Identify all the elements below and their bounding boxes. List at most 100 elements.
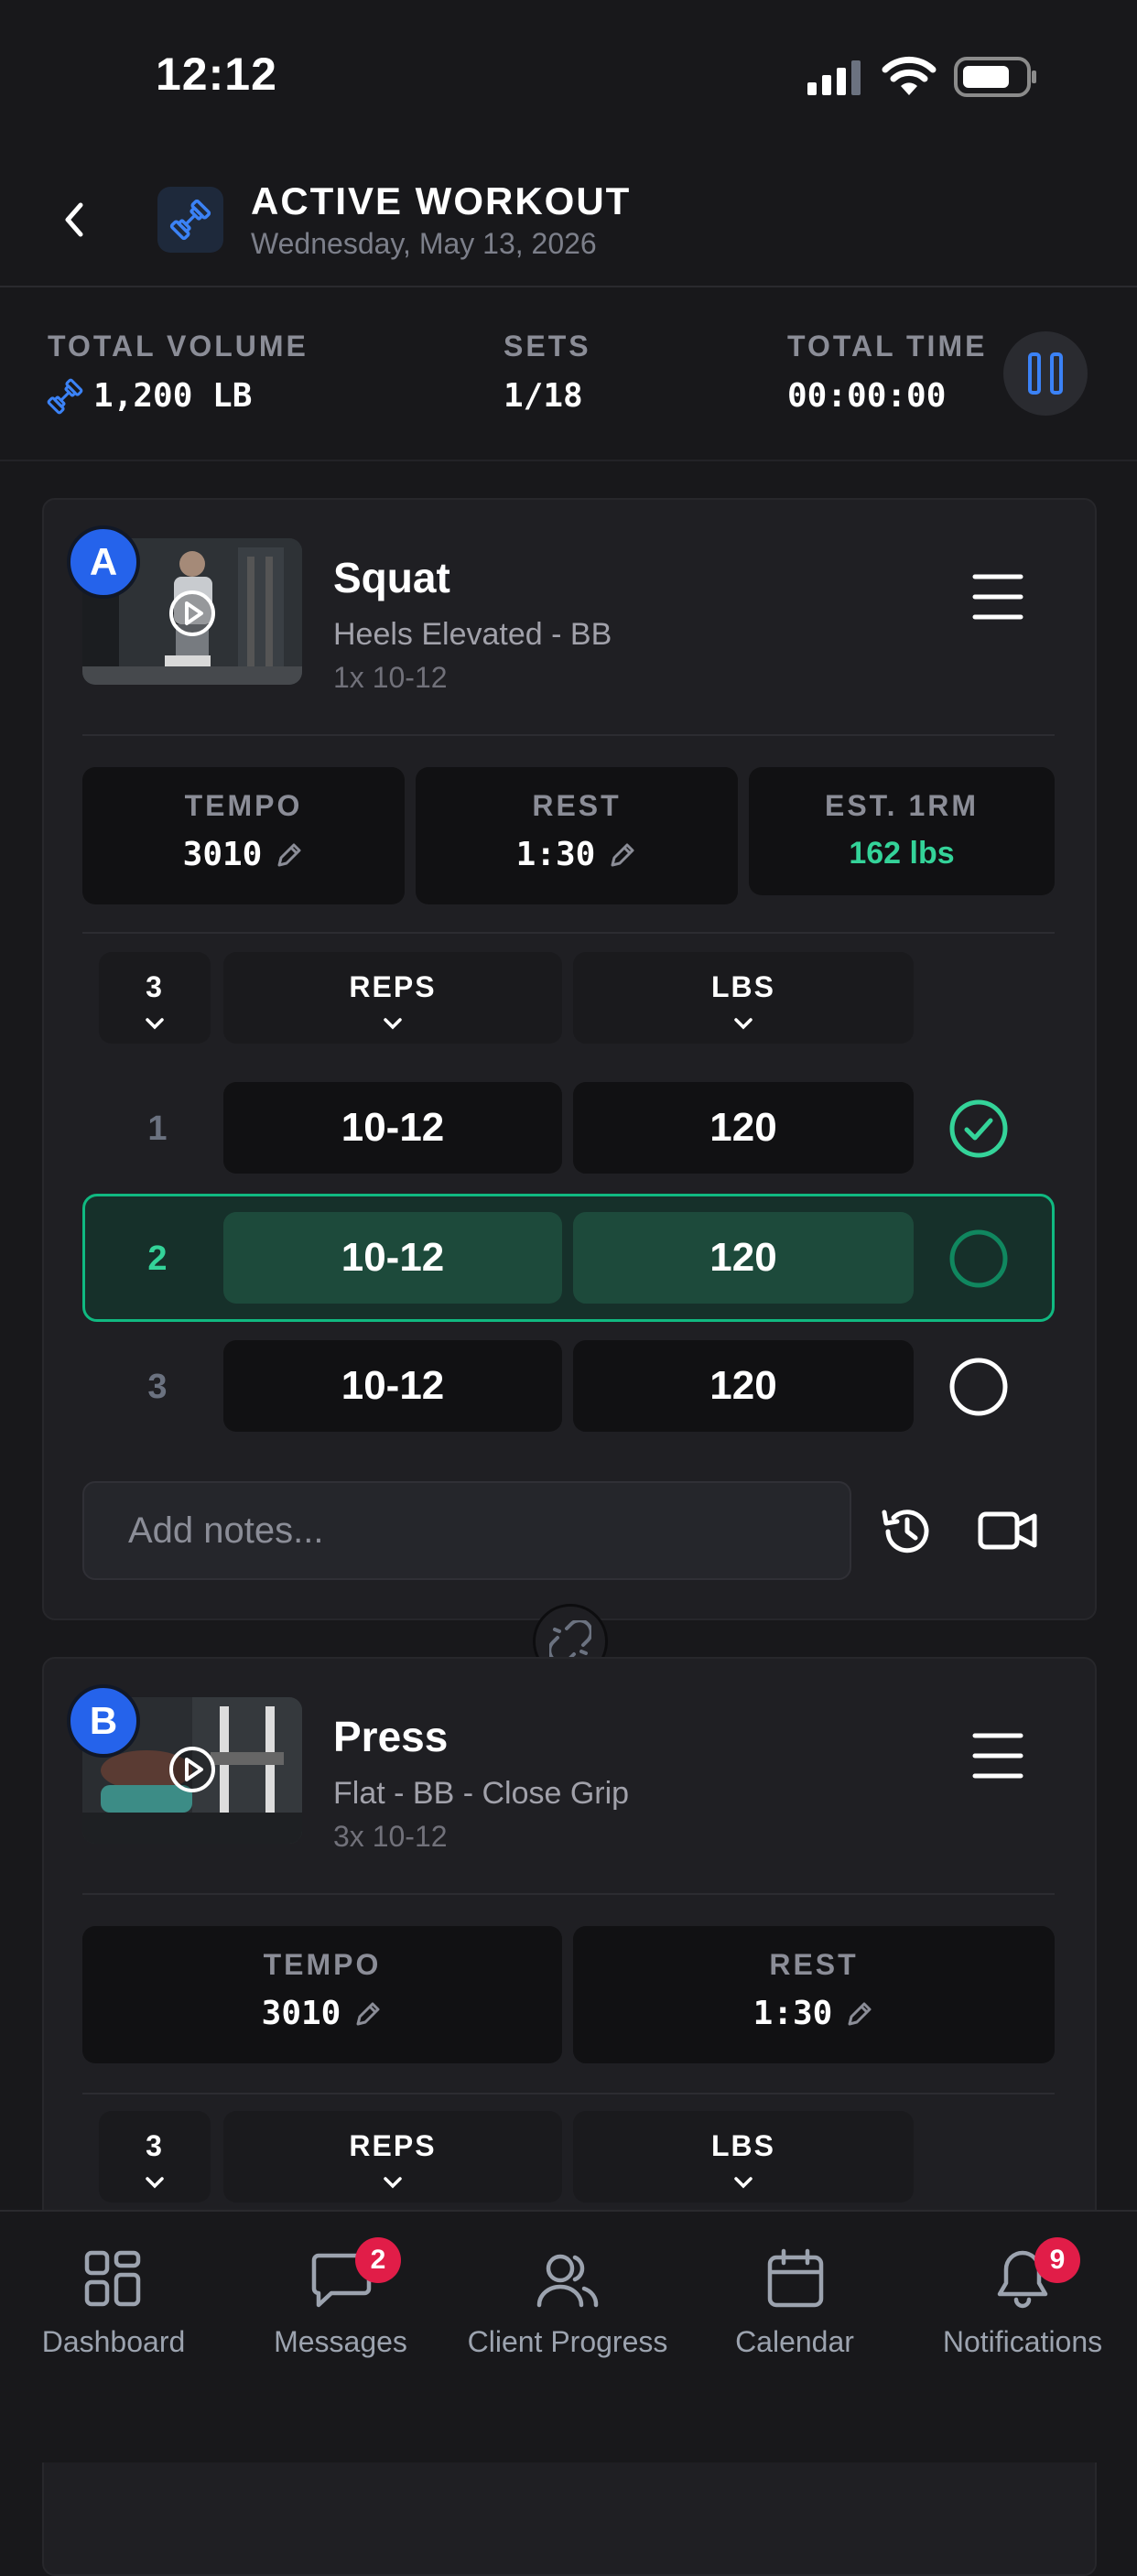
edit-icon[interactable] [353, 1999, 383, 2029]
lbs-column-header[interactable]: LBS [573, 952, 914, 1044]
nav-label: Client Progress [467, 2325, 668, 2358]
total-volume-label: TOTAL VOLUME [48, 330, 309, 363]
sets-value: 1/18 [504, 377, 583, 415]
play-icon[interactable] [168, 589, 217, 638]
card-divider [82, 734, 1055, 736]
exercise-letter-badge: A [67, 525, 140, 599]
nav-label: Calendar [735, 2325, 854, 2358]
exercise-variant: Heels Elevated - BB [333, 617, 612, 652]
set-number: 2 [147, 1239, 168, 1278]
rest-box[interactable]: REST 1:30 [573, 1926, 1055, 2063]
calendar-icon [767, 2248, 824, 2308]
est-1rm-box: EST. 1RM 162 lbs [749, 767, 1055, 895]
rest-box[interactable]: REST 1:30 [416, 767, 738, 904]
back-icon[interactable] [60, 201, 88, 238]
bottom-nav: Dashboard 2 Messages Client Progress Cal… [0, 2210, 1137, 2462]
tempo-label: TEMPO [263, 1948, 382, 1981]
nav-label: Messages [274, 2325, 407, 2358]
play-icon[interactable] [168, 1745, 217, 1794]
chevron-down-icon [734, 1018, 753, 1030]
set-count-dropdown[interactable]: 3 [99, 2111, 211, 2203]
tempo-box[interactable]: TEMPO 3010 [82, 767, 405, 904]
reps-input[interactable]: 10-12 [223, 1082, 562, 1174]
exercise-letter-badge: B [67, 1684, 140, 1758]
circle-icon[interactable] [948, 1357, 1009, 1417]
weight-input[interactable]: 120 [573, 1212, 914, 1304]
set-number: 1 [147, 1109, 168, 1148]
tempo-value: 3010 [261, 1995, 341, 2032]
reps-label: REPS [349, 2129, 437, 2162]
rest-value: 1:30 [753, 1995, 833, 2032]
rest-value: 1:30 [515, 836, 596, 873]
reps-column-header[interactable]: REPS [223, 952, 562, 1044]
tempo-box[interactable]: TEMPO 3010 [82, 1926, 562, 2063]
set-number: 3 [147, 1368, 168, 1406]
header-divider [0, 286, 1137, 287]
card-divider [82, 2093, 1055, 2094]
weight-input[interactable]: 120 [573, 1082, 914, 1174]
nav-notifications[interactable]: 9 Notifications [908, 2237, 1137, 2365]
battery-icon [954, 57, 1036, 97]
nav-label: Notifications [942, 2325, 1103, 2358]
circle-icon[interactable] [948, 1228, 1009, 1289]
dumbbell-icon [47, 378, 83, 415]
notes-input[interactable]: Add notes... [82, 1481, 851, 1580]
messages-badge: 2 [355, 2237, 401, 2283]
edit-icon[interactable] [275, 840, 304, 870]
exercise-name: Press [333, 1713, 449, 1760]
history-icon[interactable] [877, 1501, 937, 1562]
card-divider [82, 1893, 1055, 1895]
menu-icon[interactable] [972, 573, 1023, 621]
pause-button[interactable] [1003, 331, 1088, 416]
users-icon [536, 2254, 599, 2308]
chevron-down-icon [384, 1018, 402, 1030]
pause-icon [1028, 352, 1063, 395]
stats-divider [0, 460, 1137, 461]
total-time-value: 00:00:00 [787, 377, 947, 415]
est-1rm-label: EST. 1RM [824, 789, 980, 822]
weight-input[interactable]: 120 [573, 1340, 914, 1432]
rest-label: REST [532, 789, 622, 822]
sets-label: SETS [504, 330, 591, 363]
card-divider [82, 932, 1055, 934]
exercise-name: Squat [333, 554, 450, 601]
dumbbell-icon [169, 199, 211, 241]
dashboard-icon [84, 2250, 141, 2307]
chevron-down-icon [146, 2177, 164, 2189]
chevron-down-icon [146, 1018, 164, 1030]
reps-input[interactable]: 10-12 [223, 1212, 562, 1304]
tempo-label: TEMPO [184, 789, 303, 822]
exercise-scheme: 3x 10-12 [333, 1820, 448, 1853]
lbs-column-header[interactable]: LBS [573, 2111, 914, 2203]
tempo-value: 3010 [182, 836, 263, 873]
set-count-dropdown[interactable]: 3 [99, 952, 211, 1044]
workout-logo [157, 187, 223, 253]
chevron-down-icon [734, 2177, 753, 2189]
edit-icon[interactable] [845, 1999, 874, 2029]
nav-messages[interactable]: 2 Messages [227, 2237, 454, 2365]
lbs-label: LBS [711, 2129, 775, 2162]
total-time-label: TOTAL TIME [787, 330, 988, 363]
nav-client-progress[interactable]: Client Progress [454, 2237, 681, 2365]
notes-placeholder: Add notes... [128, 1510, 324, 1551]
edit-icon[interactable] [608, 840, 637, 870]
reps-column-header[interactable]: REPS [223, 2111, 562, 2203]
est-1rm-value: 162 lbs [849, 836, 955, 871]
reps-input[interactable]: 10-12 [223, 1340, 562, 1432]
workout-date: Wednesday, May 13, 2026 [251, 227, 597, 260]
video-icon[interactable] [978, 1507, 1038, 1554]
total-volume-value: 1,200 LB [93, 377, 253, 415]
set-count-value: 3 [146, 2129, 164, 2162]
nav-dashboard[interactable]: Dashboard [0, 2237, 227, 2365]
wifi-icon [882, 56, 937, 95]
set-count-value: 3 [146, 970, 164, 1003]
reps-label: REPS [349, 970, 437, 1003]
nav-label: Dashboard [41, 2325, 186, 2358]
lbs-label: LBS [711, 970, 775, 1003]
notifications-badge: 9 [1034, 2237, 1080, 2283]
exercise-variant: Flat - BB - Close Grip [333, 1776, 630, 1811]
nav-calendar[interactable]: Calendar [681, 2237, 908, 2365]
check-circle-icon[interactable] [948, 1099, 1009, 1159]
signal-icon [807, 60, 861, 95]
menu-icon[interactable] [972, 1732, 1023, 1780]
